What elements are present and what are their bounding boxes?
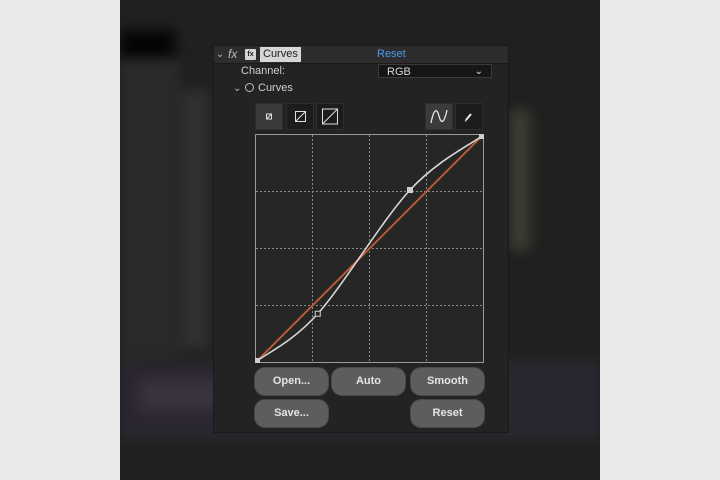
pencil-tool-icon xyxy=(464,113,472,122)
pencil-tool-button[interactable] xyxy=(455,103,483,130)
channel-value: RGB xyxy=(387,66,411,78)
save-button[interactable]: Save... xyxy=(255,400,328,427)
full-size-graph-button[interactable] xyxy=(316,103,344,130)
chevron-down-icon: ⌄ xyxy=(474,66,483,77)
shrink-graph-button[interactable] xyxy=(255,103,283,130)
effect-name[interactable]: Curves xyxy=(260,47,301,62)
effect-controls-panel: ⌄ fx fx Curves Reset Channel: RGB ⌄ ⌄ Cu… xyxy=(214,46,508,432)
chevron-down-icon[interactable]: ⌄ xyxy=(233,83,241,94)
effect-badge-icon: fx xyxy=(245,49,256,60)
fx-label[interactable]: fx xyxy=(228,47,237,61)
bezier-tool-button[interactable] xyxy=(425,103,453,130)
half-size-graph-button[interactable] xyxy=(286,103,314,130)
curve-control-point[interactable] xyxy=(407,187,413,193)
half-size-graph-icon xyxy=(295,111,306,122)
smooth-button[interactable]: Smooth xyxy=(411,368,484,395)
curve-control-point[interactable] xyxy=(479,134,485,139)
channel-select[interactable]: RGB ⌄ xyxy=(378,64,492,78)
curve-control-point[interactable] xyxy=(255,358,260,364)
reset-button[interactable]: Reset xyxy=(411,400,484,427)
curves-group-label: Curves xyxy=(258,82,293,94)
full-size-graph-icon xyxy=(322,108,338,125)
channel-label: Channel: xyxy=(241,65,286,77)
chevron-down-icon[interactable]: ⌄ xyxy=(216,49,224,60)
auto-button[interactable]: Auto xyxy=(332,368,405,395)
curve-graph[interactable] xyxy=(255,134,484,363)
open-button[interactable]: Open... xyxy=(255,368,328,395)
stopwatch-icon[interactable] xyxy=(245,83,254,92)
shrink-graph-icon xyxy=(266,113,272,120)
curve-control-point[interactable] xyxy=(314,310,321,317)
bezier-curve-tool-icon xyxy=(430,109,448,124)
reset-link[interactable]: Reset xyxy=(377,48,406,60)
effect-header: ⌄ fx fx Curves Reset xyxy=(214,46,508,64)
